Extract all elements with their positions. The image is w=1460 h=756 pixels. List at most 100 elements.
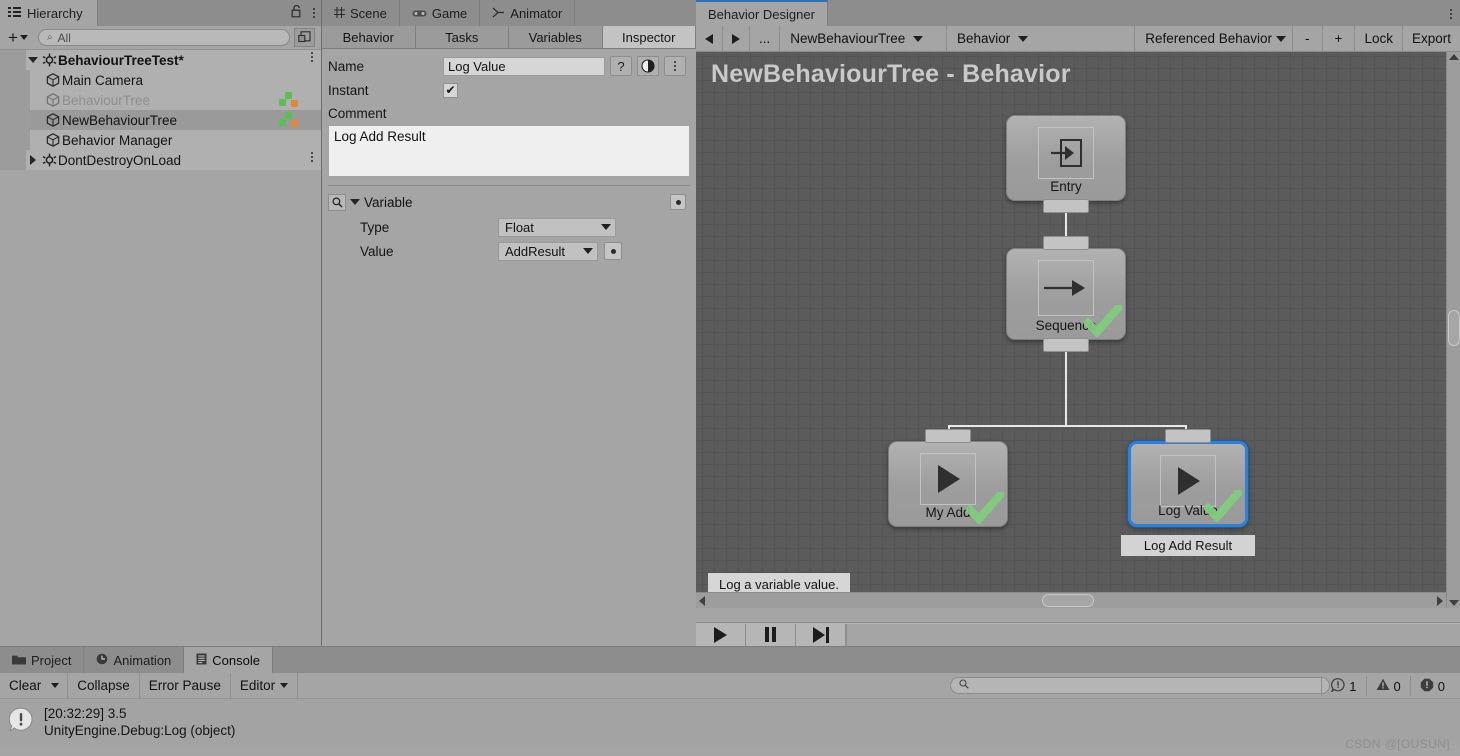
console-search-input[interactable] <box>950 677 1330 694</box>
warning-icon <box>1376 678 1390 694</box>
step-forward-button[interactable] <box>796 623 846 646</box>
tab-animator[interactable]: Animator <box>480 0 576 26</box>
editor-label: Editor <box>239 678 276 693</box>
object-picker-icon[interactable] <box>294 28 315 47</box>
comment-value: Log Add Result <box>334 129 426 144</box>
lock-icon[interactable] <box>291 4 302 21</box>
tab-behavior[interactable]: Behavior <box>322 26 416 48</box>
preset-contrast-icon[interactable] <box>637 56 659 76</box>
node-entry[interactable]: Entry <box>1006 115 1126 213</box>
tree-dropdown[interactable]: NewBehaviourTree <box>780 25 947 52</box>
export-button[interactable]: Export <box>1403 26 1460 52</box>
clear-button[interactable]: Clear <box>0 673 46 699</box>
tab-project[interactable]: Project <box>0 647 85 673</box>
behavior-tree-graph[interactable]: NewBehaviourTree - Behavior Entry Sequen… <box>696 52 1446 608</box>
chevron-down-icon <box>19 35 28 40</box>
prefab-root-icon <box>40 53 58 67</box>
node-my-add[interactable]: My Add <box>888 429 1008 527</box>
back-button[interactable] <box>696 25 723 52</box>
editor-dropdown[interactable]: Editor <box>231 672 299 699</box>
clear-dropdown-button[interactable] <box>46 672 69 699</box>
tab-hierarchy[interactable]: Hierarchy <box>0 0 98 26</box>
my-add-input-connector[interactable] <box>925 429 971 443</box>
collapse-toggle[interactable]: Collapse <box>68 672 140 699</box>
forward-button[interactable] <box>723 25 750 52</box>
pause-icon <box>765 627 776 642</box>
tab-scene[interactable]: Scene <box>322 0 400 26</box>
graph-vscroll-thumb[interactable] <box>1448 310 1460 346</box>
log-count[interactable]: 1 <box>1321 676 1365 696</box>
editor-tabstrip: Scene Game Animator <box>322 0 696 26</box>
hierarchy-item-newbehaviourtree[interactable]: NewBehaviourTree <box>0 110 321 130</box>
tab-inspector[interactable]: Inspector <box>602 26 696 48</box>
sequence-output-connector[interactable] <box>1043 338 1089 352</box>
tab-behavior-label: Behavior <box>342 29 394 45</box>
variable-value-object-dot-icon[interactable] <box>604 242 622 260</box>
scroll-right-arrow-icon[interactable] <box>1437 596 1443 606</box>
play-button[interactable] <box>696 623 746 646</box>
warning-count[interactable]: 0 <box>1365 676 1410 696</box>
indent-guide <box>0 110 30 130</box>
log-value-input-connector[interactable] <box>1165 429 1211 443</box>
error-count[interactable]: 0 <box>1409 676 1454 696</box>
tab-behavior-designer[interactable]: Behavior Designer <box>696 0 828 26</box>
unity-editor-window: Hierarchy + ⌕ All BehaviourTreeTest* Mai… <box>0 0 1460 756</box>
comment-textarea[interactable]: Log Add Result <box>328 125 690 177</box>
pause-button[interactable] <box>746 623 796 646</box>
tab-tasks[interactable]: Tasks <box>415 26 509 48</box>
instant-checkbox[interactable]: ✔ <box>443 82 458 98</box>
ellipsis-button[interactable]: ... <box>750 25 781 52</box>
kebab-menu-icon[interactable] <box>311 52 313 62</box>
node-sequence[interactable]: Sequence <box>1006 236 1126 352</box>
instant-row: Instant ✔ <box>328 79 690 101</box>
graph-horizontal-scrollbar[interactable] <box>696 592 1446 608</box>
zoom-out-button[interactable]: - <box>1293 25 1323 52</box>
behavior-dropdown-label: Behavior <box>956 31 1011 46</box>
node-log-value[interactable]: Log Value <box>1128 429 1248 527</box>
add-gameobject-button[interactable]: + <box>6 29 30 46</box>
play-icon <box>714 626 727 643</box>
behavior-inspector-panel: Scene Game Animator Behavior Tasks Varia… <box>322 0 696 646</box>
graph-vertical-scrollbar[interactable] <box>1446 52 1460 608</box>
hierarchy-item-label: BehaviourTreeTest* <box>58 52 184 68</box>
tab-animation[interactable]: Animation <box>84 647 185 673</box>
tab-console[interactable]: Console <box>184 647 273 673</box>
name-input[interactable]: Log Value <box>443 56 605 76</box>
error-pause-toggle[interactable]: Error Pause <box>140 672 231 699</box>
lock-button[interactable]: Lock <box>1355 25 1403 52</box>
scroll-down-arrow-icon[interactable] <box>1449 600 1459 606</box>
tab-behavior-designer-label: Behavior Designer <box>708 6 815 22</box>
help-question-icon[interactable]: ? <box>610 56 632 76</box>
entry-output-connector[interactable] <box>1043 199 1089 213</box>
hierarchy-search-input[interactable]: ⌕ All <box>37 29 290 46</box>
kebab-menu-icon[interactable] <box>311 152 313 162</box>
sequence-input-connector[interactable] <box>1043 236 1089 250</box>
triangle-right-icon[interactable] <box>26 155 40 165</box>
console-entry[interactable]: [20:32:29] 3.5 UnityEngine.Debug:Log (ob… <box>8 705 1452 739</box>
triangle-down-icon[interactable] <box>350 199 360 205</box>
edge-horizontal-bus <box>948 425 1186 427</box>
animator-icon <box>492 6 505 21</box>
zoom-in-button[interactable]: + <box>1323 25 1356 52</box>
scroll-up-arrow-icon[interactable] <box>1449 54 1459 60</box>
tab-game[interactable]: Game <box>399 0 481 26</box>
inspector-kebab-menu-icon[interactable] <box>664 56 686 76</box>
variable-type-dropdown[interactable]: Float <box>498 217 616 237</box>
hierarchy-item-dontdestroyonload[interactable]: DontDestroyOnLoad <box>0 150 321 170</box>
variable-value-dropdown[interactable]: AddResult <box>498 241 598 261</box>
ellipsis-label: ... <box>759 31 771 46</box>
variable-search-icon[interactable] <box>328 193 346 211</box>
kebab-menu-icon[interactable] <box>313 8 315 18</box>
graph-hscroll-thumb[interactable] <box>1042 594 1094 607</box>
hierarchy-item-behavior-manager[interactable]: Behavior Manager <box>0 130 321 150</box>
referenced-behavior-dropdown[interactable]: Referenced Behavior <box>1135 25 1294 52</box>
variable-object-dot-icon[interactable] <box>670 194 686 210</box>
hierarchy-item-main-camera[interactable]: Main Camera <box>0 70 321 90</box>
behavior-dropdown[interactable]: Behavior <box>947 25 1136 52</box>
tab-variables[interactable]: Variables <box>509 26 603 48</box>
triangle-down-icon[interactable] <box>26 57 40 63</box>
behavior-designer-kebab-menu-icon[interactable] <box>1450 9 1452 19</box>
hierarchy-item-behaviourtreetest[interactable]: BehaviourTreeTest* <box>0 50 321 70</box>
hierarchy-item-behaviourtree[interactable]: BehaviourTree <box>0 90 321 110</box>
scroll-left-arrow-icon[interactable] <box>699 596 705 606</box>
